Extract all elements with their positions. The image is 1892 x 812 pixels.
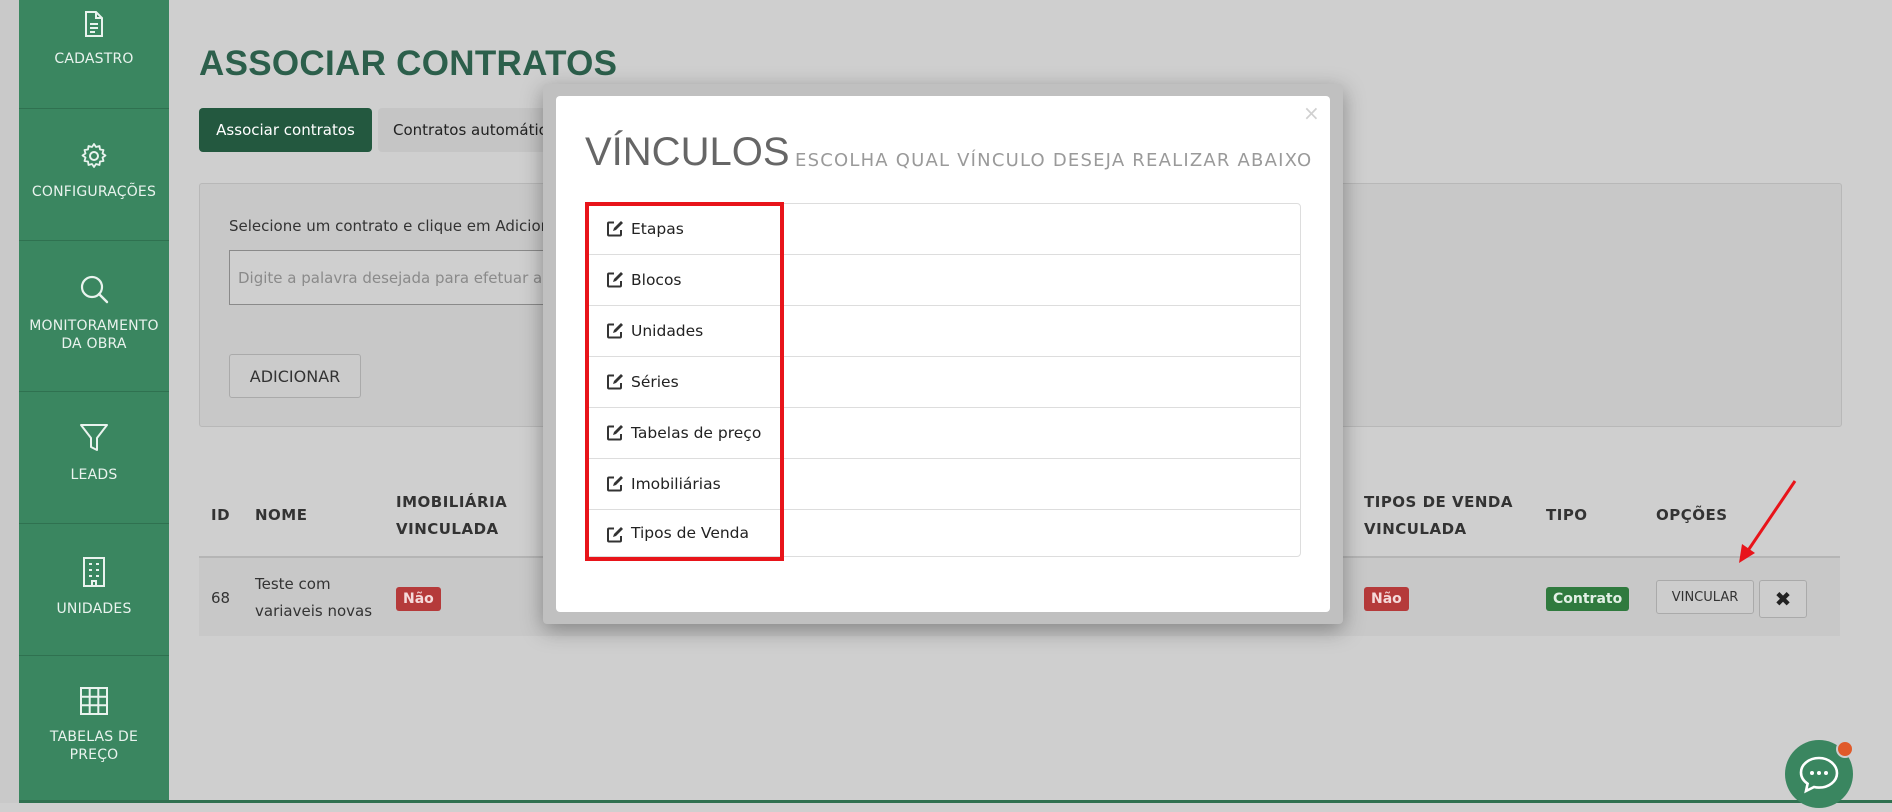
row-id: 68 [211,589,231,607]
table-header-opcoes: OPÇÕES [1656,506,1728,524]
modal-title: VÍNCULOS [585,130,790,174]
sidebar-item-leads[interactable]: LEADS [19,392,169,524]
table-header-id: ID [211,506,231,524]
delete-button[interactable]: ✖ [1759,580,1807,618]
tab-associar-contratos[interactable]: Associar contratos [199,108,372,152]
sidebar-item-label: CADASTRO [54,51,134,67]
sidebar-item-unidades[interactable]: UNIDADES [19,524,169,656]
table-header-tipo: TIPO [1546,506,1588,524]
document-icon [82,10,106,42]
row-nome: Teste com variaveis novas [255,575,373,620]
sidebar-item-label: MONITORAMENTO DA OBRA [29,318,159,352]
sidebar-item-label: TABELAS DE PREÇO [49,729,139,763]
sidebar-item-label: LEADS [70,467,118,483]
sidebar-item-monitoramento[interactable]: MONITORAMENTO DA OBRA [19,241,169,392]
sidebar-item-tabelas-preco[interactable]: TABELAS DE PREÇO [19,656,169,803]
vincular-button[interactable]: VINCULAR [1656,580,1754,614]
table-header-tipos-venda: TIPOS DE VENDA VINCULADA [1364,493,1513,538]
funnel-icon [79,422,109,458]
add-button[interactable]: ADICIONAR [229,354,361,398]
table-header-imobiliaria: IMOBILIÁRIA VINCULADA [396,493,508,538]
type-badge: Contrato [1546,587,1630,611]
search-icon [78,273,110,309]
status-badge-imobiliaria: Não [396,587,441,611]
notification-dot [1836,740,1854,758]
sidebar-item-label: UNIDADES [56,601,132,617]
sidebar-item-label: CONFIGURAÇÕES [31,184,157,200]
close-icon: ✖ [1774,587,1792,611]
building-icon [81,556,107,592]
panel-instruction: Selecione um contrato e clique em Adicio… [229,217,560,235]
modal-subtitle: ESCOLHA QUAL VÍNCULO DESEJA REALIZAR ABA… [795,150,1313,171]
sidebar-item-configuracoes[interactable]: CONFIGURAÇÕES [19,109,169,241]
sidebar-item-cadastro[interactable]: CADASTRO [19,0,169,109]
status-badge-tipos-venda: Não [1364,587,1409,611]
gear-icon [79,141,109,175]
sidebar: CADASTRO CONFIGURAÇÕES MONITORAMENTO DA … [19,0,169,803]
page-title: ASSOCIAR CONTRATOS [199,44,618,83]
highlight-box [585,202,784,561]
grid-icon [79,686,109,720]
table-header-nome: NOME [255,506,308,524]
modal-close-button[interactable]: × [1303,101,1320,125]
left-edge [0,0,19,803]
